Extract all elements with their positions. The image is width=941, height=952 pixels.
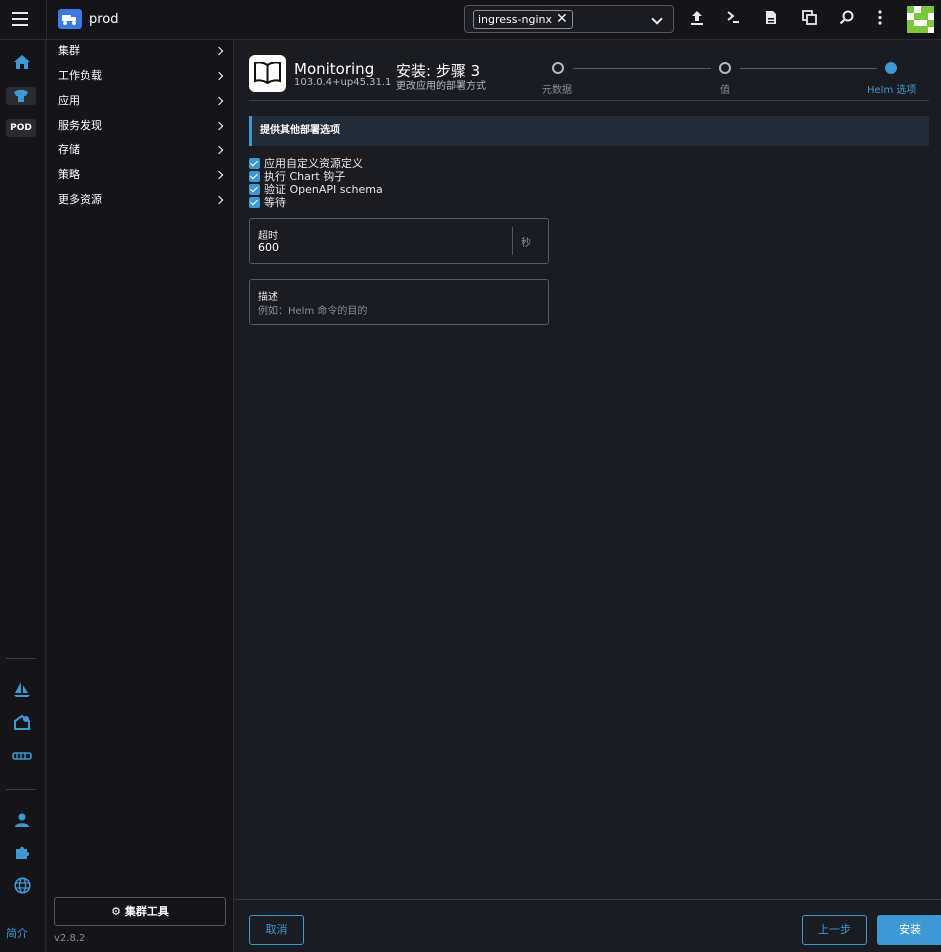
nav-item-storage[interactable]: 存储 [58,139,226,161]
chevron-down-icon[interactable] [651,13,663,25]
checkbox-checked-icon[interactable] [249,197,260,208]
cluster-tools-label: 集群工具 [124,905,169,918]
checkbox-label: 等待 [264,196,286,209]
description-input[interactable]: 例如：Helm 命令的目的 [258,302,367,317]
cancel-button[interactable]: 取消 [249,915,304,945]
divider [512,227,513,255]
nav-item-label: 应用 [58,94,80,107]
helm-sail-icon[interactable] [12,680,32,700]
cluster-tools-button[interactable]: ⚙ 集群工具 [54,897,226,926]
wizard-step-metadata[interactable]: 元数据 [542,81,572,96]
checkbox-label: 应用自定义资源定义 [264,157,363,170]
version-label: v2.8.2 [54,933,86,944]
main-content: Monitoring 103.0.4+up45.31.1 安装: 步骤 3 更改… [235,40,941,952]
user-avatar[interactable] [907,6,934,33]
copy-icon[interactable] [800,10,818,28]
wizard-connector [573,68,711,69]
globe-icon[interactable] [12,877,32,897]
extensions-puzzle-icon[interactable] [12,845,32,865]
search-icon[interactable] [837,10,855,28]
cluster-logo-icon [58,9,82,29]
cluster-explorer-icon[interactable] [6,87,36,105]
description-field[interactable]: 描述 例如：Helm 命令的目的 [249,279,549,325]
close-icon[interactable]: ✕ [556,11,568,28]
timeout-field[interactable]: 超时 600 秒 [249,218,549,264]
page-subtitle: 更改应用的部署方式 [396,81,486,92]
top-bar: prod ingress-nginx ✕ [0,0,941,40]
home-icon[interactable] [12,54,32,74]
checkbox-checked-icon[interactable] [249,158,260,169]
chevron-right-icon [214,46,224,56]
fleet-icon[interactable] [12,713,32,733]
timeout-input[interactable]: 600 [258,241,279,254]
nav-item-service-discovery[interactable]: 服务发现 [58,115,226,137]
wizard-step-dot [719,62,731,74]
wizard-step-helm-options[interactable]: Helm 选项 [867,81,916,96]
terminal-icon[interactable] [724,10,742,28]
app-version: 103.0.4+up45.31.1 [294,77,392,88]
section-banner: 提供其他部署选项 [249,116,929,146]
checkbox-label: 验证 OpenAPI schema [264,183,383,196]
timeout-label: 超时 [258,231,278,242]
chevron-right-icon [214,121,224,131]
divider [235,899,941,900]
nav-item-workloads[interactable]: 工作负载 [58,65,226,87]
checkbox-label: 执行 Chart 钩子 [264,170,346,183]
chevron-right-icon [214,195,224,205]
chevron-right-icon [214,170,224,180]
nav-item-policy[interactable]: 策略 [58,164,226,186]
app-logo-icon [249,55,286,92]
nav-item-label: 集群 [58,44,80,57]
namespace-chip-label: ingress-nginx [478,13,552,26]
divider [46,0,47,40]
nav-item-label: 工作负载 [58,69,102,82]
divider [6,789,36,790]
namespace-select[interactable]: ingress-nginx ✕ [464,5,674,33]
checkbox-checked-icon[interactable] [249,184,260,195]
install-button[interactable]: 安装 [877,915,941,945]
timeout-unit: 秒 [521,238,531,249]
file-icon[interactable] [762,10,780,28]
pod-badge[interactable]: POD [6,119,36,137]
chevron-right-icon [214,145,224,155]
user-icon[interactable] [12,812,32,832]
about-link[interactable]: 简介 [6,925,28,941]
wizard-step-dot [552,62,564,74]
more-vertical-icon[interactable] [871,10,889,28]
wizard-connector [740,68,877,69]
gear-icon: ⚙ [111,905,122,918]
rancher-icon[interactable] [12,746,32,766]
previous-step-button[interactable]: 上一步 [802,915,867,945]
side-nav: 集群 工作负载 应用 服务发现 存储 策略 更多资源 ⚙ 集群工具 v2.8.2 [47,40,234,952]
nav-item-label: 策略 [58,168,80,181]
chevron-right-icon [214,96,224,106]
menu-icon[interactable] [12,12,28,26]
upload-icon[interactable] [688,10,706,28]
wizard-step-dot-active [885,62,897,74]
app-name: Monitoring [294,60,375,78]
nav-item-more-resources[interactable]: 更多资源 [58,189,226,211]
divider [6,658,36,659]
divider [249,100,929,101]
description-label: 描述 [258,292,278,303]
checkbox-checked-icon[interactable] [249,171,260,182]
cluster-name: prod [89,12,119,27]
nav-item-label: 存储 [58,143,80,156]
namespace-chip: ingress-nginx ✕ [473,10,573,29]
nav-item-label: 服务发现 [58,119,102,132]
nav-item-label: 更多资源 [58,193,102,206]
chevron-right-icon [214,71,224,81]
nav-item-cluster[interactable]: 集群 [58,40,226,62]
icon-rail: POD 简介 [0,40,46,952]
nav-item-apps[interactable]: 应用 [58,90,226,112]
wizard-step-values[interactable]: 值 [720,81,730,96]
